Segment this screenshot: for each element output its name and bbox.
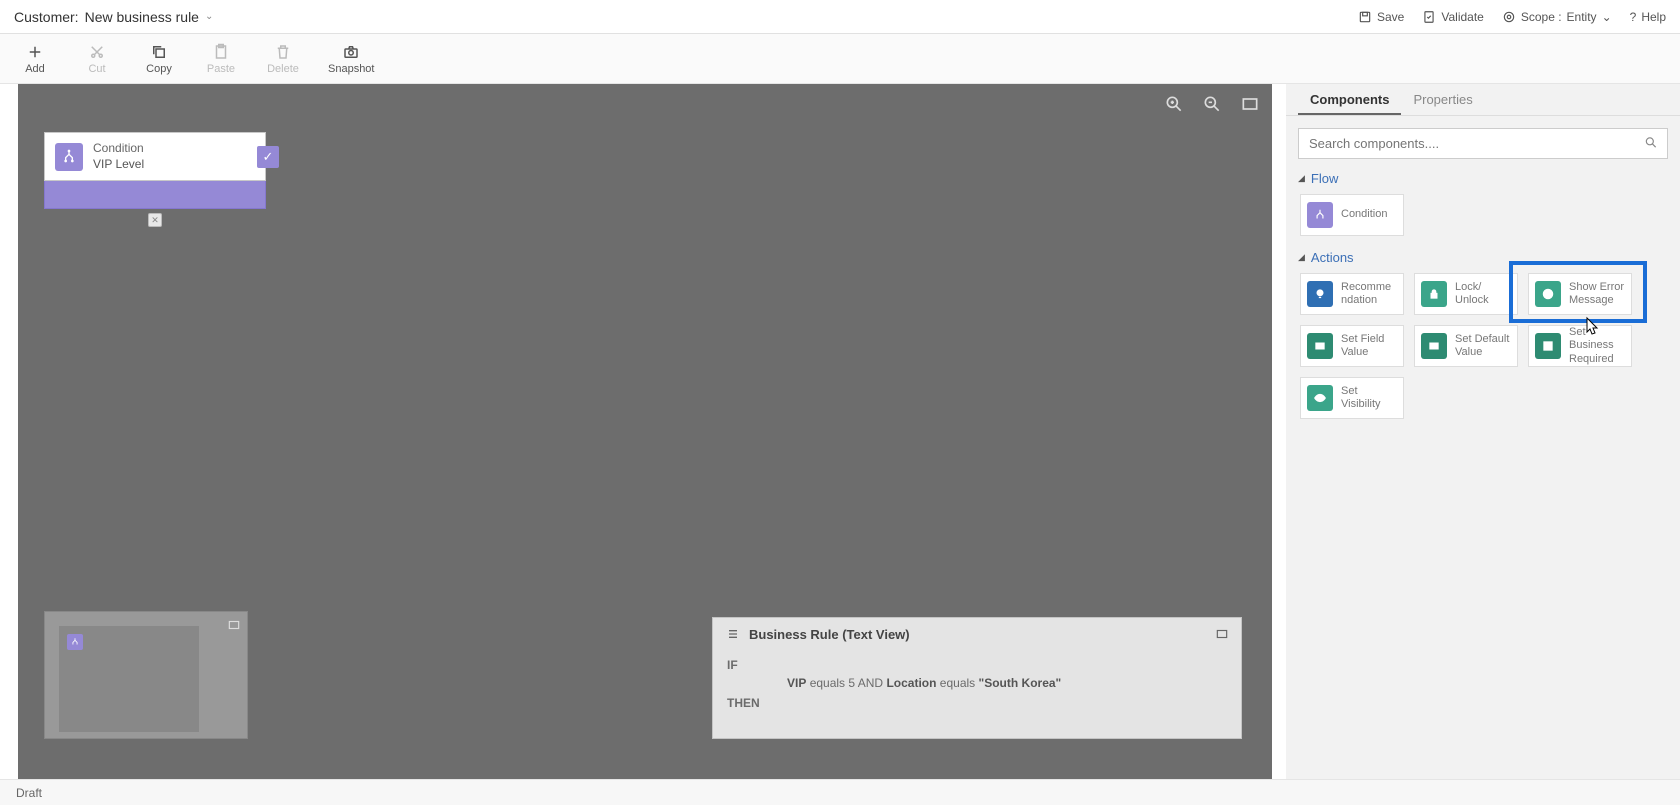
tab-components[interactable]: Components: [1298, 84, 1401, 115]
node-header[interactable]: Condition VIP Level ✓: [44, 132, 266, 181]
close-icon[interactable]: ✕: [148, 213, 162, 227]
action-components: Recomme ndation Lock/ Unlock Show Error …: [1298, 273, 1668, 419]
rule-name: New business rule: [85, 9, 199, 25]
fit-to-screen-button[interactable]: [1240, 94, 1260, 114]
save-button[interactable]: Save: [1358, 10, 1404, 24]
zoom-out-icon: [1202, 94, 1222, 114]
branch-icon: [1307, 202, 1333, 228]
check-icon[interactable]: ✓: [257, 146, 279, 168]
component-set-default-value[interactable]: Set Default Value: [1414, 325, 1518, 367]
cut-icon: [88, 43, 106, 61]
text-view-panel: Business Rule (Text View) IF VIP equals …: [712, 617, 1242, 739]
component-set-field-value[interactable]: Set Field Value: [1300, 325, 1404, 367]
minimap-viewport[interactable]: [59, 626, 199, 732]
required-icon: [1535, 333, 1561, 359]
validate-button[interactable]: Validate: [1422, 10, 1483, 24]
validate-icon: [1422, 10, 1436, 24]
scope-dropdown[interactable]: Scope : Entity ⌄: [1502, 10, 1612, 24]
eye-icon: [1307, 385, 1333, 411]
plus-icon: [26, 43, 44, 61]
branch-icon: [55, 143, 83, 171]
component-recommendation[interactable]: Recomme ndation: [1300, 273, 1404, 315]
copy-button[interactable]: Copy: [142, 43, 176, 75]
page-title[interactable]: Customer: New business rule ⌄: [14, 9, 213, 25]
save-icon: [1358, 10, 1372, 24]
camera-icon: [342, 43, 360, 61]
minimap[interactable]: [44, 611, 248, 739]
fit-icon: [1240, 94, 1260, 114]
canvas[interactable]: Condition VIP Level ✓ ✕ Busi: [18, 84, 1272, 779]
flow-components: Condition: [1298, 194, 1668, 236]
section-actions[interactable]: ◢ Actions: [1298, 250, 1668, 265]
list-icon: [725, 626, 741, 642]
status-bar: Draft: [0, 779, 1680, 805]
rule-text: VIP equals 5 AND Location equals "South …: [727, 676, 1227, 690]
node-body[interactable]: [44, 181, 266, 209]
default-icon: [1421, 333, 1447, 359]
zoom-out-button[interactable]: [1202, 94, 1222, 114]
lightbulb-icon: [1307, 281, 1333, 307]
then-keyword: THEN: [727, 696, 1227, 710]
text-view-header[interactable]: Business Rule (Text View): [713, 618, 1241, 650]
copy-icon: [150, 43, 168, 61]
triangle-icon: ◢: [1298, 252, 1305, 263]
tab-properties[interactable]: Properties: [1401, 84, 1484, 115]
main-area: Condition VIP Level ✓ ✕ Busi: [0, 84, 1680, 779]
chevron-down-icon: ⌄: [1602, 10, 1612, 24]
search-icon[interactable]: [1644, 135, 1658, 152]
help-icon: ?: [1630, 10, 1637, 24]
expand-icon[interactable]: [1215, 627, 1229, 641]
page-header: Customer: New business rule ⌄ Save Valid…: [0, 0, 1680, 34]
field-icon: [1307, 333, 1333, 359]
condition-node[interactable]: Condition VIP Level ✓ ✕: [44, 132, 266, 209]
toolbar: Add Cut Copy Paste Delete Snapshot: [0, 34, 1680, 84]
zoom-in-icon: [1164, 94, 1184, 114]
entity-label: Customer:: [14, 9, 79, 25]
error-icon: [1535, 281, 1561, 307]
lock-icon: [1421, 281, 1447, 307]
add-button[interactable]: Add: [18, 43, 52, 75]
side-panel: Components Properties ◢ Flow Condition ◢…: [1286, 84, 1680, 779]
text-view-body: IF VIP equals 5 AND Location equals "Sou…: [713, 650, 1241, 738]
component-set-required[interactable]: Set Business Required: [1528, 325, 1632, 367]
if-keyword: IF: [727, 658, 1227, 672]
trash-icon: [274, 43, 292, 61]
canvas-controls: [1164, 94, 1260, 114]
component-condition[interactable]: Condition: [1300, 194, 1404, 236]
paste-button[interactable]: Paste: [204, 43, 238, 75]
zoom-in-button[interactable]: [1164, 94, 1184, 114]
search-box: [1298, 128, 1668, 159]
component-set-visibility[interactable]: Set Visibility: [1300, 377, 1404, 419]
cut-button[interactable]: Cut: [80, 43, 114, 75]
delete-button[interactable]: Delete: [266, 43, 300, 75]
scope-icon: [1502, 10, 1516, 24]
component-lock-unlock[interactable]: Lock/ Unlock: [1414, 273, 1518, 315]
header-actions: Save Validate Scope : Entity ⌄ ? Help: [1358, 10, 1666, 24]
component-show-error[interactable]: Show Error Message: [1528, 273, 1632, 315]
help-button[interactable]: ? Help: [1630, 10, 1666, 24]
paste-icon: [212, 43, 230, 61]
status-text: Draft: [16, 786, 42, 800]
snapshot-button[interactable]: Snapshot: [328, 43, 374, 75]
section-flow[interactable]: ◢ Flow: [1298, 171, 1668, 186]
triangle-icon: ◢: [1298, 173, 1305, 184]
expand-icon[interactable]: [227, 618, 241, 632]
chevron-down-icon[interactable]: ⌄: [205, 11, 213, 22]
node-label: Condition VIP Level: [93, 141, 255, 172]
minimap-node-icon: [67, 634, 83, 650]
side-tabs: Components Properties: [1286, 84, 1680, 116]
search-input[interactable]: [1298, 128, 1668, 159]
